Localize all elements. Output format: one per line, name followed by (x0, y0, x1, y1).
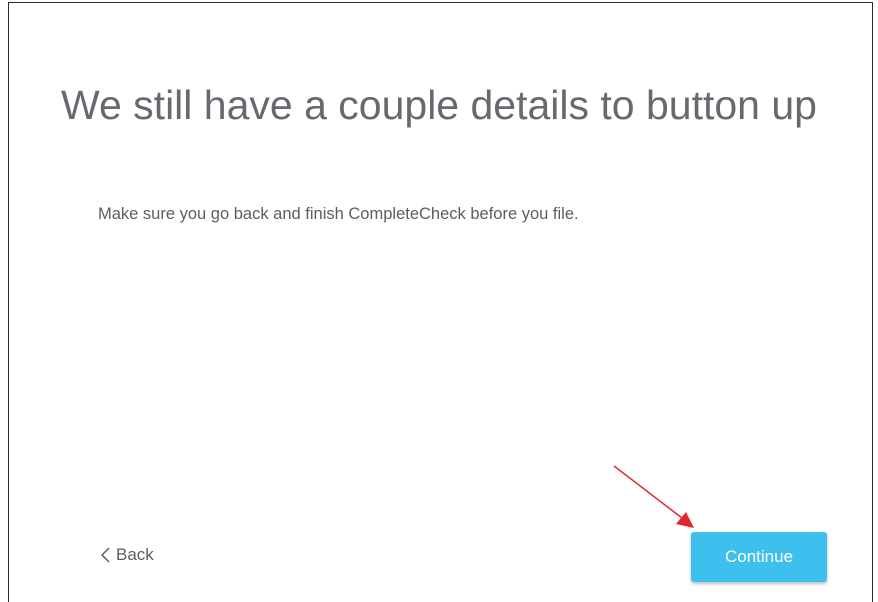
continue-button[interactable]: Continue (691, 532, 827, 582)
back-label: Back (116, 545, 154, 564)
page-title: We still have a couple details to button… (61, 82, 817, 128)
back-button[interactable]: Back (101, 543, 154, 567)
instruction-text: Make sure you go back and finish Complet… (98, 205, 579, 223)
chevron-left-icon (101, 547, 116, 563)
